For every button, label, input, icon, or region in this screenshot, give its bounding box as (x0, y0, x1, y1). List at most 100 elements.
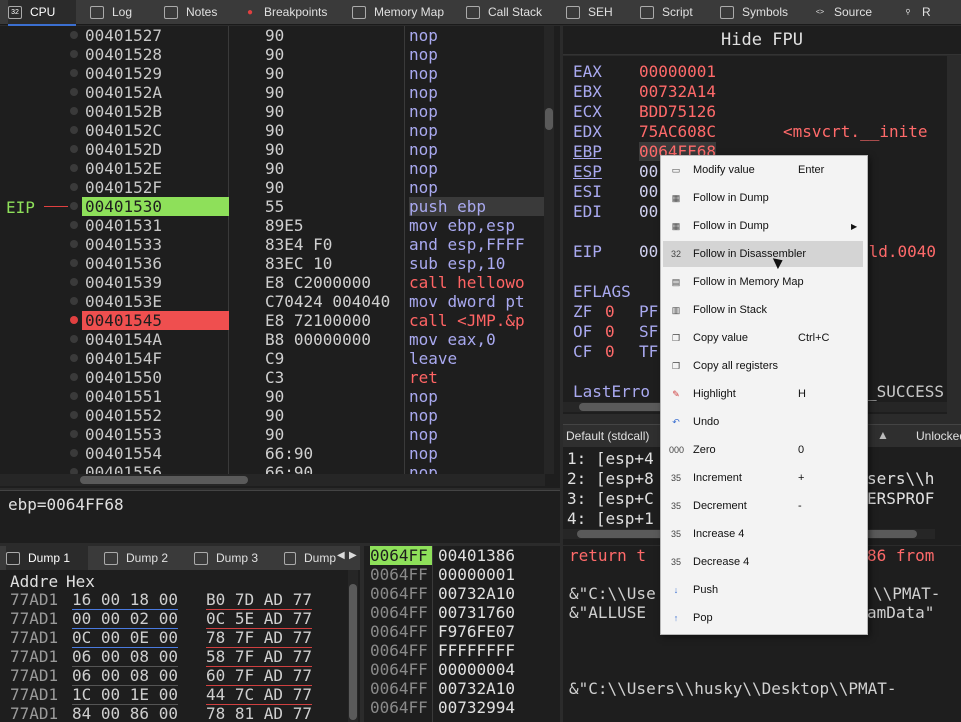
context-menu-item[interactable]: ↓ Push (663, 577, 863, 603)
context-menu-item[interactable]: ▭ Modify value Enter (663, 157, 863, 183)
context-menu-item[interactable]: ▥ Follow in Stack (663, 297, 863, 323)
disassembly-row[interactable]: 00401554 66:90 nop (0, 444, 545, 463)
disassembly-row[interactable]: 00401531 89E5 mov ebp,esp (0, 216, 545, 235)
dump-hex-bytes[interactable]: 60 7F AD 77 (206, 666, 312, 686)
disassembly-row[interactable]: 0040152C 90 nop (0, 121, 545, 140)
disassembly-row[interactable]: 00401533 83E4 F0 and esp,FFFF (0, 235, 545, 254)
flag-value[interactable]: 0 (605, 302, 615, 321)
breakpoint-dot-icon[interactable] (70, 259, 78, 267)
stack-value[interactable]: 00731760 (438, 603, 515, 622)
dump-hex-bytes[interactable]: 06 00 08 00 (72, 666, 178, 686)
hscrollbar-thumb[interactable] (80, 476, 248, 484)
disassembly-row[interactable]: 00401553 90 nop (0, 425, 545, 444)
breakpoint-dot-icon[interactable] (70, 107, 78, 115)
context-menu-item[interactable]: ▤ Follow in Memory Map (663, 269, 863, 295)
tab-memory-map[interactable]: Memory Map (352, 0, 456, 24)
flag-value[interactable]: 0 (605, 342, 615, 361)
disassembly-row[interactable]: 0040152E 90 nop (0, 159, 545, 178)
breakpoint-dot-icon[interactable] (70, 221, 78, 229)
lock-toggle[interactable]: Unlocked (916, 429, 961, 443)
stack-value[interactable]: 00401386 (438, 546, 515, 565)
breakpoint-dot-icon[interactable] (70, 126, 78, 134)
scrollbar-thumb[interactable] (545, 108, 553, 130)
context-menu-item[interactable]: ↑ Pop (663, 605, 863, 631)
hide-fpu-button[interactable]: Hide FPU (563, 30, 961, 50)
register-value[interactable]: 00 (639, 202, 658, 221)
tab-script[interactable]: Script (640, 0, 710, 24)
dump-hex-bytes[interactable]: 44 7C AD 77 (206, 685, 312, 705)
dump-scrollbar[interactable] (348, 570, 358, 722)
dump-hex-bytes[interactable]: 78 81 AD 77 (206, 704, 312, 722)
breakpoint-dot-icon[interactable] (70, 50, 78, 58)
dump-hex-bytes[interactable]: 84 00 86 00 (72, 704, 178, 722)
chevron-up-icon[interactable]: ▲ (877, 428, 889, 442)
context-menu-item[interactable]: ❐ Copy all registers (663, 353, 863, 379)
disassembly-row[interactable]: 00401539 E8 C2000000 call hellowo (0, 273, 545, 292)
breakpoint-dot-icon[interactable] (70, 411, 78, 419)
disassembly-row[interactable]: 00401528 90 nop (0, 45, 545, 64)
disassembly-row[interactable]: 0040152F 90 nop (0, 178, 545, 197)
context-menu-item[interactable]: ↶ Undo (663, 409, 863, 435)
dump-pane[interactable]: Addre Hex 77AD1 16 00 18 00 B0 7D AD 77 77A… (0, 570, 360, 722)
tab-breakpoints[interactable]: ● Breakpoints (244, 0, 344, 24)
breakpoint-dot-icon[interactable] (70, 449, 78, 457)
stack-value[interactable]: FFFFFFFF (438, 641, 515, 660)
disassembly-hscrollbar[interactable] (0, 474, 545, 486)
breakpoint-dot-icon[interactable] (70, 335, 78, 343)
context-menu-item[interactable]: 32 Follow in Disassembler (663, 241, 863, 267)
context-menu-item[interactable]: 35 Decrement - (663, 493, 863, 519)
context-menu-item[interactable]: 35 Increase 4 (663, 521, 863, 547)
disassembly-row[interactable]: 00401545 E8 72100000 call <JMP.&p (0, 311, 545, 330)
hide-fpu-bar[interactable]: Hide FPU (563, 26, 961, 55)
register-value[interactable]: 00000001 (639, 62, 716, 81)
dump-hex-bytes[interactable]: 78 7F AD 77 (206, 628, 312, 648)
dump-hex-bytes[interactable]: 0C 00 0E 00 (72, 628, 178, 648)
tab-scroll-left-icon[interactable]: ◀ (337, 550, 345, 561)
stack-value[interactable]: 00000001 (438, 565, 515, 584)
disassembly-row[interactable]: 00401529 90 nop (0, 64, 545, 83)
context-menu-item[interactable]: ❐ Copy value Ctrl+C (663, 325, 863, 351)
stack-value[interactable]: 00732A10 (438, 584, 515, 603)
dump-hex-bytes[interactable]: 16 00 18 00 (72, 590, 178, 610)
tab-dump-4[interactable]: Dump (284, 546, 336, 570)
breakpoint-dot-icon[interactable] (70, 240, 78, 248)
breakpoint-dot-icon[interactable] (70, 373, 78, 381)
tab-dump-1[interactable]: Dump 1 (6, 546, 88, 572)
breakpoint-dot-icon[interactable] (70, 145, 78, 153)
tab-log[interactable]: Log (90, 0, 160, 24)
dump-hex-bytes[interactable]: 58 7F AD 77 (206, 647, 312, 667)
context-menu-item[interactable]: 35 Decrease 4 (663, 549, 863, 575)
breakpoint-dot-icon[interactable] (70, 88, 78, 96)
breakpoint-dot-icon[interactable] (70, 183, 78, 191)
register-value[interactable]: 75AC608C (639, 122, 716, 141)
stack-value[interactable]: 00732A10 (438, 679, 515, 698)
tab-scroll-right-icon[interactable]: ▶ (349, 550, 357, 561)
register-value-eip[interactable]: 00 (639, 242, 658, 261)
disassembly-row[interactable]: 0040152D 90 nop (0, 140, 545, 159)
disassembly-row[interactable]: 0040153E C70424 004040 mov dword pt (0, 292, 545, 311)
breakpoint-dot-icon[interactable] (70, 316, 78, 324)
dump-hex-bytes[interactable]: 00 00 02 00 (72, 609, 178, 629)
tab-dump-3[interactable]: Dump 3 (194, 546, 274, 570)
stack-value[interactable]: 00000004 (438, 660, 515, 679)
context-menu-item[interactable]: ✎ Highlight H (663, 381, 863, 407)
disassembly-row[interactable]: 00401527 90 nop (0, 26, 545, 45)
disassembly-pane[interactable]: 00401527 90 nop 00401528 90 nop 00401529 90 nop 0… (0, 26, 560, 488)
register-value[interactable]: 00732A14 (639, 82, 716, 101)
dump-hex-bytes[interactable]: 1C 00 1E 00 (72, 685, 178, 705)
stack-pane[interactable]: 0064FF 00401386 0064FF 00000001 0064FF 00732A… (364, 546, 560, 722)
register-value[interactable]: 00 (639, 182, 658, 201)
dump-hex-bytes[interactable]: 0C 5E AD 77 (206, 609, 312, 629)
disassembly-row[interactable]: 00401551 90 nop (0, 387, 545, 406)
breakpoint-dot-icon[interactable] (70, 202, 78, 210)
disassembly-row[interactable]: 00401530 55 push ebp (0, 197, 545, 216)
disassembly-row[interactable]: 00401552 90 nop (0, 406, 545, 425)
register-value[interactable]: 00 (639, 162, 658, 181)
register-value[interactable]: BDD75126 (639, 102, 716, 121)
dump-hex-bytes[interactable]: 06 00 08 00 (72, 647, 178, 667)
context-menu-item[interactable]: ▦ Follow in Dump (663, 185, 863, 211)
dump-hex-bytes[interactable]: B0 7D AD 77 (206, 590, 312, 610)
scrollbar-thumb[interactable] (349, 584, 357, 720)
tab-call-stack[interactable]: Call Stack (466, 0, 554, 24)
disassembly-row[interactable]: 00401550 C3 ret (0, 368, 545, 387)
